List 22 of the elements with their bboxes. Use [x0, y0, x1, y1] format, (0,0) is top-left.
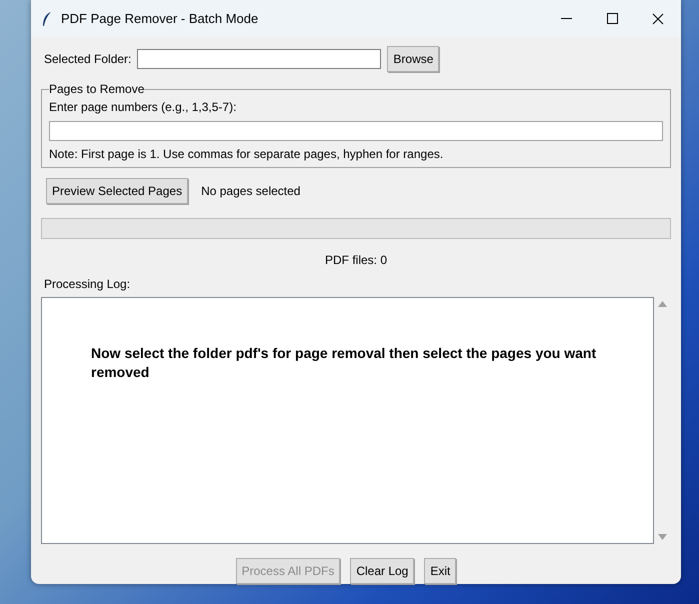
log-area[interactable]: Now select the folder pdf's for page removal then select the pages you want removed	[41, 297, 654, 544]
maximize-icon	[606, 13, 618, 24]
action-button[interactable]: Exit	[424, 558, 456, 584]
scroll-up-icon[interactable]	[658, 301, 667, 308]
scroll-down-icon[interactable]	[658, 534, 667, 540]
note-text: Note: First page is 1. Use commas for separate pages, hyphen for ranges.	[49, 146, 444, 163]
window-title: PDF Page Remover - Batch Mode	[61, 10, 258, 28]
preview-button[interactable]: Preview Selected Pages	[46, 178, 188, 204]
page-numbers-prompt: Enter page numbers (e.g., 1,3,5-7):	[49, 99, 238, 116]
pdf-count: PDF files: 0	[324, 252, 388, 270]
minimize-icon	[560, 18, 572, 20]
preview-status: No pages selected	[201, 183, 300, 200]
folder-label: Selected Folder:	[44, 51, 132, 68]
close-icon	[652, 12, 664, 24]
log-message: Now select the folder pdf's for page removal then select the pages you want removed	[91, 344, 598, 382]
action-button[interactable]: Clear Log	[350, 558, 414, 584]
feather-icon	[41, 10, 53, 26]
page-numbers-input[interactable]	[49, 121, 663, 141]
folder-input[interactable]	[137, 49, 382, 69]
browse-button[interactable]: Browse	[387, 46, 440, 72]
log-label: Processing Log:	[44, 276, 132, 294]
group-title: Pages to Remove	[49, 81, 144, 98]
